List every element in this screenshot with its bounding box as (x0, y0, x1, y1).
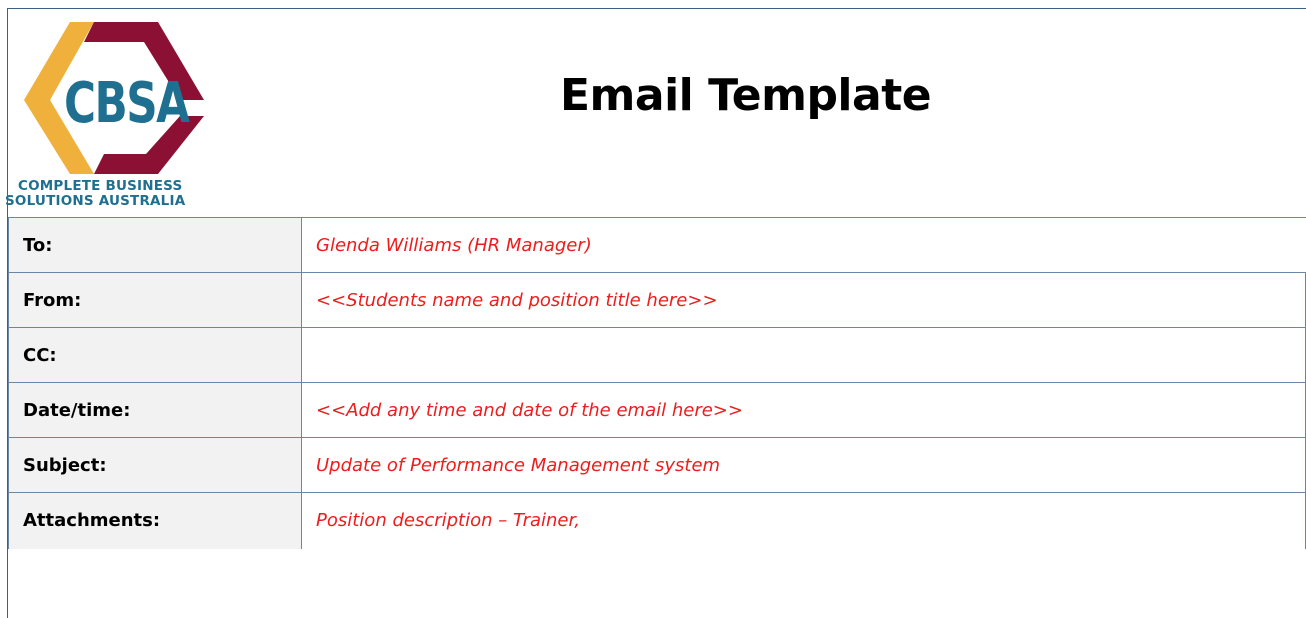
date-time-value: <<Add any time and date of the email her… (301, 382, 1306, 438)
subject-value: Update of Performance Management system (301, 437, 1306, 493)
attachments-value: Position description – Trainer, (301, 492, 1306, 549)
email-fields-table: To: Glenda Williams (HR Manager) From: <… (8, 217, 1306, 549)
logo-tagline-line-1: COMPLETE BUSINESS (18, 178, 183, 194)
table-row: Attachments: Position description – Trai… (8, 492, 1306, 549)
subject-label: Subject: (8, 437, 302, 493)
to-label: To: (8, 217, 302, 273)
attachments-label: Attachments: (8, 492, 302, 549)
to-value: Glenda Williams (HR Manager) (301, 217, 1306, 273)
logo-wordmark: CBSA (64, 71, 190, 136)
page-title: Email Template (560, 70, 932, 121)
company-logo: CBSA COMPLETE BUSINESS SOLUTIONS AUSTRAL… (5, 12, 218, 212)
from-value: <<Students name and position title here>… (301, 272, 1306, 328)
table-row: CC: (8, 327, 1306, 383)
table-row: Subject: Update of Performance Managemen… (8, 437, 1306, 493)
table-row: Date/time: <<Add any time and date of th… (8, 382, 1306, 438)
date-time-label: Date/time: (8, 382, 302, 438)
from-label: From: (8, 272, 302, 328)
cc-value (301, 327, 1306, 383)
table-row: From: <<Students name and position title… (8, 272, 1306, 328)
table-row: To: Glenda Williams (HR Manager) (8, 217, 1306, 273)
logo-tagline-line-2: SOLUTIONS AUSTRALIA (5, 193, 186, 209)
cc-label: CC: (8, 327, 302, 383)
